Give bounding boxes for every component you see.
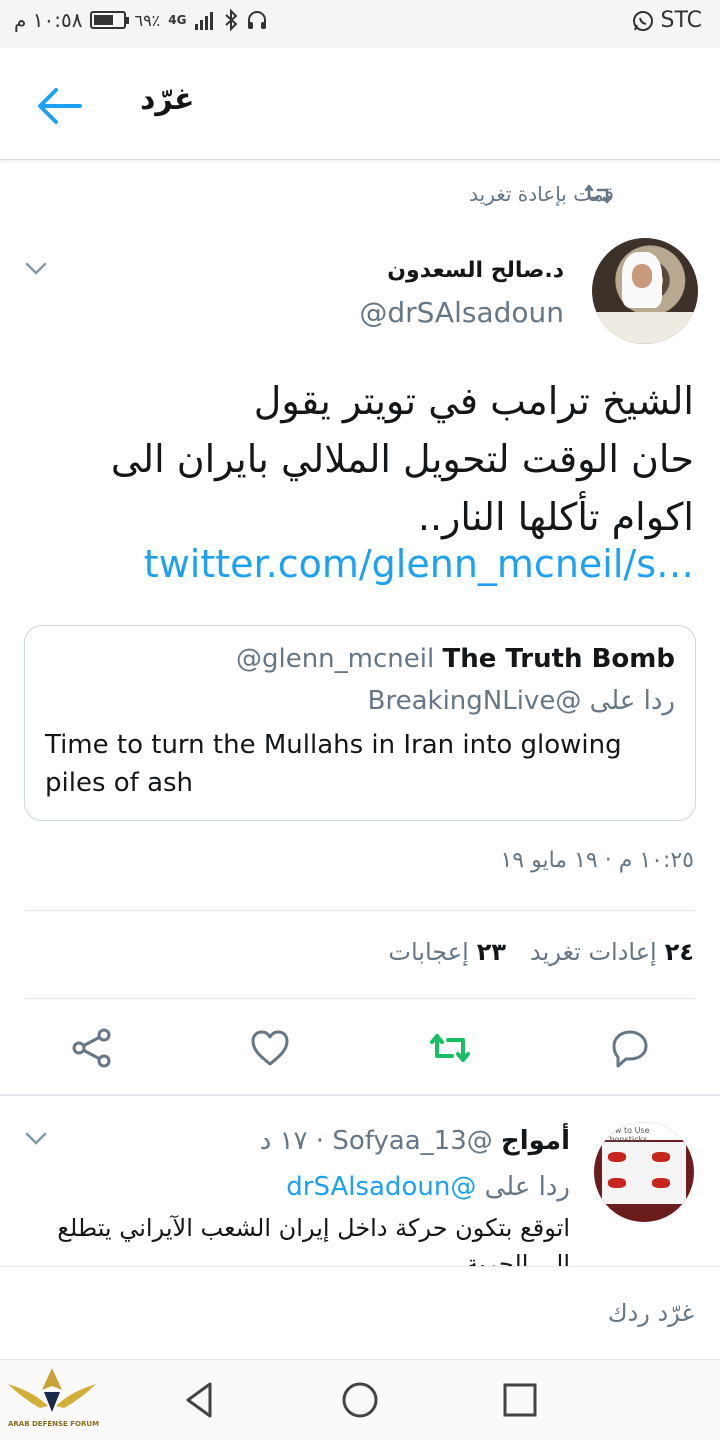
reply-to-label: ردا على xyxy=(484,1172,570,1202)
reply-avatar[interactable]: How to Use Chopsticks xyxy=(594,1122,694,1222)
likes-label: إعجابات xyxy=(388,938,469,966)
avatar-dot xyxy=(652,1152,670,1162)
avatar-dot xyxy=(652,1178,670,1188)
bluetooth-icon xyxy=(225,9,238,31)
compose-placeholder: غرّد ردك xyxy=(607,1299,694,1327)
reply-text: اتوقع بتكون حركة داخل إيران الشعب الآيرا… xyxy=(57,1214,570,1266)
quoted-tweet-card[interactable]: @glenn_mcneil The Truth Bomb ردا على @Br… xyxy=(24,625,696,821)
divider xyxy=(24,998,696,999)
quote-reply-context: ردا على @BreakingNLive xyxy=(368,686,675,716)
likes-count-link[interactable]: ٢٣إعجابات xyxy=(388,938,506,966)
engagement-counts: ٢٤إعادات تغريد ٢٣إعجابات xyxy=(388,938,694,966)
tweet-link[interactable]: twitter.com/glenn_mcneil/s… xyxy=(144,542,694,586)
avatar-desk xyxy=(592,312,698,344)
tweet-text: الشيخ ترامب في تويتر يقول حان الوقت لتحو… xyxy=(54,372,694,546)
reply-to-context: ردا على @drSAlsadoun xyxy=(286,1172,570,1202)
retweets-count-link[interactable]: ٢٤إعادات تغريد xyxy=(530,938,694,966)
quote-reply-label: ردا على xyxy=(589,686,675,716)
chevron-down-icon[interactable] xyxy=(24,1128,48,1148)
likes-count: ٢٣ xyxy=(476,938,507,966)
tweet-timestamp: ١٠:٢٥ م · ١٩ مايو ١٩ xyxy=(500,848,694,873)
status-bar: ١٠:٥٨ م ٦٩٪ 4G STC xyxy=(0,0,720,48)
author-name[interactable]: د.صالح السعدون xyxy=(387,258,564,283)
whatsapp-icon xyxy=(632,10,653,31)
reply-time: · ١٧ د xyxy=(259,1126,325,1156)
share-icon[interactable] xyxy=(70,1026,114,1070)
quote-author: @glenn_mcneil The Truth Bomb xyxy=(236,644,675,674)
tweet-text-line: الشيخ ترامب في تويتر يقول xyxy=(253,379,694,423)
battery-icon xyxy=(90,11,130,29)
signal-icon xyxy=(195,12,214,30)
headset-icon xyxy=(248,11,267,29)
app-header: غرّد xyxy=(0,48,720,160)
reply-to-handle[interactable]: @drSAlsadoun xyxy=(286,1172,476,1202)
clock: ١٠:٥٨ م xyxy=(14,8,83,32)
quote-name: The Truth Bomb xyxy=(442,644,675,674)
avatar-dot xyxy=(608,1178,626,1188)
battery-percent: ٦٩٪ xyxy=(134,10,161,30)
nav-recents-icon[interactable] xyxy=(500,1380,540,1420)
reply-icon[interactable] xyxy=(608,1026,652,1070)
reply-author-name[interactable]: أمواج xyxy=(501,1126,570,1156)
page-title: غرّد xyxy=(140,82,195,117)
nav-home-icon[interactable] xyxy=(340,1380,380,1420)
heart-icon[interactable] xyxy=(248,1026,292,1070)
author-handle[interactable]: @drSAlsadoun xyxy=(359,296,564,329)
tweet-text-line: اكوام تأكلها النار.. xyxy=(417,495,694,539)
nav-back-icon[interactable] xyxy=(180,1380,220,1420)
avatar-dot xyxy=(608,1152,626,1162)
divider xyxy=(24,910,696,911)
quote-text: Time to turn the Mullahs in Iran into gl… xyxy=(45,730,622,798)
status-right: STC xyxy=(631,8,702,33)
watermark-text: ARAB DEFENSE FORUM xyxy=(8,1420,100,1428)
network-type: 4G xyxy=(168,13,187,27)
battery-fill xyxy=(94,15,114,25)
status-left: ١٠:٥٨ م ٦٩٪ 4G xyxy=(14,8,268,32)
tweet-text-line: حان الوقت لتحويل الملالي بايران الى xyxy=(110,437,694,481)
section-divider xyxy=(0,1094,720,1096)
back-arrow-icon[interactable] xyxy=(36,84,84,128)
system-nav-bar xyxy=(0,1360,720,1440)
chevron-down-icon[interactable] xyxy=(24,258,48,278)
retweets-label: إعادات تغريد xyxy=(530,938,657,966)
quote-reply-handle: @BreakingNLive xyxy=(367,686,582,716)
carrier-name: STC xyxy=(660,8,702,33)
avatar-band: How to Use Chopsticks xyxy=(594,1122,694,1144)
retweet-context-label: قمت بإعادة تغريد xyxy=(469,182,614,206)
reply-meta: أمواج @Sofyaa_13 · ١٧ د xyxy=(260,1126,570,1156)
reply-author-handle[interactable]: @Sofyaa_13 xyxy=(332,1126,492,1156)
reply-compose-bar[interactable]: غرّد ردك xyxy=(0,1266,720,1360)
quote-handle: @glenn_mcneil xyxy=(235,644,435,674)
avatar-face xyxy=(632,264,652,288)
retweets-count: ٢٤ xyxy=(664,938,694,966)
author-avatar[interactable] xyxy=(592,238,698,344)
retweet-icon[interactable] xyxy=(428,1026,472,1070)
